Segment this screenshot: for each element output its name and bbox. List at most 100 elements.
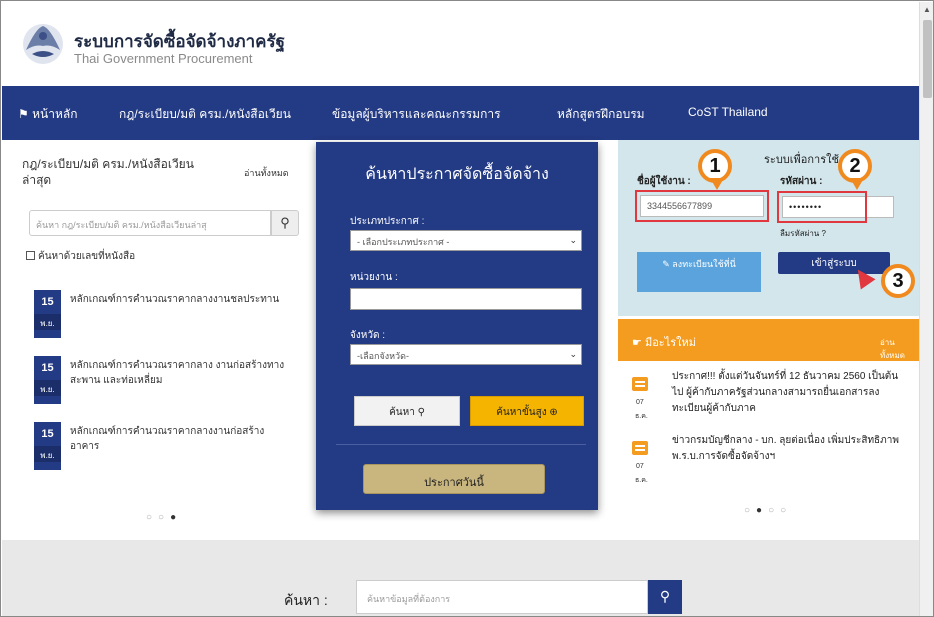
search-icon: ⚲ [280,215,290,230]
regulations-title: กฎ/ระเบียบ/มติ ครม./หนังสือเวียนล่าสุด [22,157,194,187]
carousel-dots[interactable]: ○○● [146,512,182,523]
date-day: 15 [41,362,54,374]
procurement-search-panel: ค้นหาประกาศจัดซื้อจัดจ้าง ประเภทประกาศ :… [316,142,598,510]
site-subtitle: Thai Government Procurement [74,51,253,66]
bottom-search-label: ค้นหา : [284,592,328,608]
date-month: พ.ย. [34,446,61,462]
marker-number: 2 [849,155,861,177]
nav-item-training[interactable]: หลักสูตรฝึกอบรม [557,105,645,124]
date-day: 07 [636,463,644,470]
government-logo[interactable] [16,20,70,70]
agency-label: หน่วยงาน : [350,272,398,283]
bottom-search-section: ค้นหา : ค้นหาข้อมูลที่ต้องการ ⚲ [2,540,919,616]
regulations-search-button[interactable]: ⚲ [271,210,299,236]
date-month: ธ.ค. [635,413,648,420]
list-item-text[interactable]: หลักเกณฑ์การคำนวณราคากลางงานชลประทาน [70,292,290,307]
button-label: ลงทะเบียนใช้ที่นี่ [672,259,736,269]
search-button[interactable]: ค้นหา ⚲ [354,396,460,426]
login-button[interactable]: เข้าสู่ระบบ [778,252,890,274]
edit-icon: ✎ [662,259,670,269]
step-marker-3: 3 [881,264,915,298]
vertical-scrollbar[interactable]: ▲ [919,2,933,616]
regulations-read-all-link[interactable]: อ่านทั้งหมด [244,166,289,180]
calendar-icon [632,377,648,391]
search-icon: ⚲ [417,407,425,418]
checkbox-box[interactable] [26,251,35,260]
date-month: พ.ย. [34,380,61,396]
chevron-down-icon: ⌄ [569,235,577,245]
advanced-search-button[interactable]: ค้นหาขั้นสูง ⊕ [470,396,584,426]
announcement-type-label: ประเภทประกาศ : [350,216,425,227]
password-highlight-box [777,191,867,223]
list-item[interactable]: 15 พ.ย. หลักเกณฑ์การคำนวณราคากลาง งานก่อส… [34,356,296,406]
regulations-panel: กฎ/ระเบียบ/มติ ครม./หนังสือเวียนล่าสุด อ… [22,150,300,530]
list-item-text[interactable]: ประกาศ!!! ตั้งแต่วันจันทร์ที่ 12 ธันวาคม… [672,369,908,417]
checkbox-label: ค้นหาด้วยเลขที่หนังสือ [38,251,136,262]
home-icon: ⚑ [18,107,29,121]
whats-new-label: มีอะไรใหม่ [644,337,697,349]
whats-new-read-all-link[interactable]: อ่านทั้งหมด [880,336,919,362]
marker-tail [850,178,864,190]
scrollbar-thumb[interactable] [923,20,932,98]
username-label: ชื่อผู้ใช้งาน : [637,176,691,187]
step-marker-2: 2 [838,149,872,190]
list-item[interactable]: 07 ธ.ค. ข่าวกรมบัญชีกลาง - บก. ลุยต่อเนื… [632,433,912,493]
login-panel: ระบบเพื่อการใช้งาน ชื่อผู้ใช้งาน : รหัสผ… [618,140,919,316]
date-badge: 15 พ.ย. [34,422,61,470]
megaphone-icon: ☛ [632,337,642,349]
nav-item-label: หน้าหลัก [32,107,78,121]
site-header: ระบบการจัดซื้อจัดจ้างภาครัฐ Thai Governm… [2,2,919,86]
nav-item-home[interactable]: ⚑ หน้าหลัก [18,105,78,124]
select-value: -เลือกจังหวัด- [357,351,409,361]
marker-tail [710,178,724,190]
date-badge: 15 พ.ย. [34,356,61,404]
regulations-search-input[interactable]: ค้นหา กฎ/ระเบียบ/มติ ครม./หนังสือเวียนล่… [29,210,271,236]
procurement-search-title: ค้นหาประกาศจัดซื้อจัดจ้าง [365,166,549,183]
date-badge: 15 พ.ย. [34,290,61,338]
button-label: ค้นหา [389,407,415,418]
password-label: รหัสผ่าน : [780,176,823,187]
marker-number: 1 [709,155,721,177]
date-day: 15 [41,296,54,308]
nav-item-executives[interactable]: ข้อมูลผู้บริหารและคณะกรรมการ [332,105,501,124]
bottom-search-input[interactable]: ค้นหาข้อมูลที่ต้องการ [356,580,648,614]
province-label: จังหวัด : [350,330,385,341]
list-item[interactable]: 15 พ.ย. หลักเกณฑ์การคำนวณราคากลางงานก่อสร… [34,422,296,472]
today-announcements-button[interactable]: ประกาศวันนี้ [363,464,545,494]
whats-new-header: ☛ มีอะไรใหม่ อ่านทั้งหมด [618,319,919,361]
carousel-dots[interactable]: ○●○○ [744,505,792,516]
username-highlight-box [635,190,769,222]
date-day: 07 [636,399,644,406]
main-nav: ⚑ หน้าหลัก กฎ/ระเบียบ/มติ ครม./หนังสือเว… [2,86,919,140]
main-content: กฎ/ระเบียบ/มติ ครม./หนังสือเวียนล่าสุด อ… [2,140,919,540]
bottom-search-button[interactable]: ⚲ [648,580,682,614]
nav-item-cost-thailand[interactable]: CoST Thailand [688,105,768,119]
date-day: 15 [41,428,54,440]
list-item[interactable]: 07 ธ.ค. ประกาศ!!! ตั้งแต่วันจันทร์ที่ 12… [632,369,912,429]
divider [336,444,586,445]
whats-new-title: ☛ มีอะไรใหม่ [632,333,696,351]
button-label: ค้นหาขั้นสูง [496,407,547,418]
forgot-password-link[interactable]: ลืมรหัสผ่าน ? [780,227,826,240]
list-item-text[interactable]: ข่าวกรมบัญชีกลาง - บก. ลุยต่อเนื่อง เพิ่… [672,433,908,465]
province-select[interactable]: -เลือกจังหวัด- ⌄ [350,344,582,365]
marker-number: 3 [892,270,904,292]
select-value: - เลือกประเภทประกาศ - [357,237,450,247]
list-item-text[interactable]: หลักเกณฑ์การคำนวณราคากลาง งานก่อสร้างทาง… [70,358,290,388]
zoom-in-icon: ⊕ [549,407,558,418]
nav-item-regulations[interactable]: กฎ/ระเบียบ/มติ ครม./หนังสือเวียน [119,105,291,124]
date-month: พ.ย. [34,314,61,330]
chevron-down-icon: ⌄ [569,349,577,359]
search-icon: ⚲ [659,588,671,604]
scroll-up-arrow-icon[interactable]: ▲ [923,5,931,14]
list-item[interactable]: 15 พ.ย. หลักเกณฑ์การคำนวณราคากลางงานชลประ… [34,290,296,340]
calendar-icon [632,441,648,455]
announcement-type-select[interactable]: - เลือกประเภทประกาศ - ⌄ [350,230,582,251]
whats-new-list: 07 ธ.ค. ประกาศ!!! ตั้งแต่วันจันทร์ที่ 12… [618,361,919,536]
search-by-number-checkbox[interactable]: ค้นหาด้วยเลขที่หนังสือ [26,249,135,264]
date-month: ธ.ค. [635,477,648,484]
register-button[interactable]: ✎ ลงทะเบียนใช้ที่นี่ [637,252,761,292]
agency-input[interactable] [350,288,582,310]
step-marker-1: 1 [698,149,732,190]
list-item-text[interactable]: หลักเกณฑ์การคำนวณราคากลางงานก่อสร้างอาคา… [70,424,290,454]
